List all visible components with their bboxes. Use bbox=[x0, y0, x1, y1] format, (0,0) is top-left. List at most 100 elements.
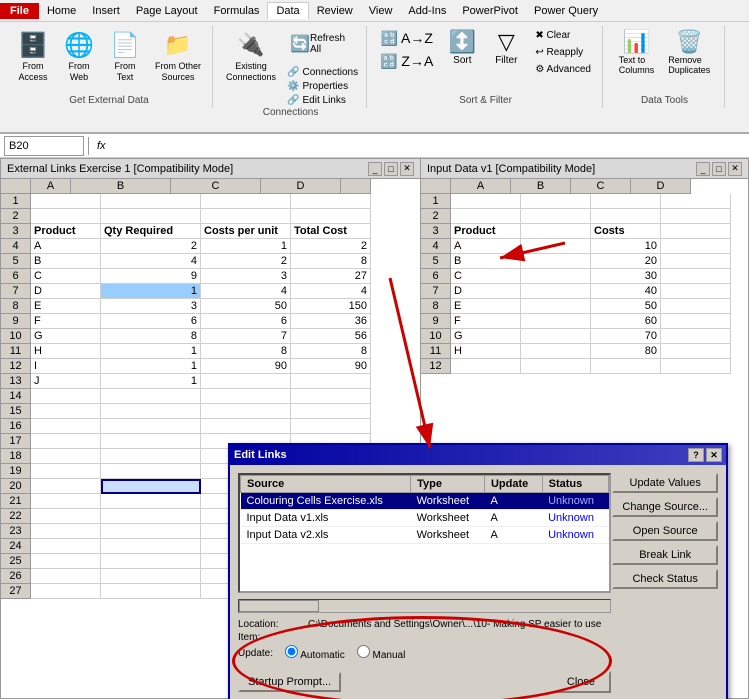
remove-dup-label: RemoveDuplicates bbox=[668, 55, 710, 75]
table-row: 11H188 bbox=[1, 344, 420, 359]
ribbon-btn-from-access[interactable]: 🗄️ FromAccess bbox=[12, 26, 54, 86]
ribbon-group-connections: 🔌 ExistingConnections 🔄 RefreshAll 🔗 Con… bbox=[215, 26, 367, 108]
ribbon-btn-remove-dup[interactable]: 🗑️ RemoveDuplicates bbox=[663, 26, 715, 78]
menu-formulas[interactable]: Formulas bbox=[206, 3, 268, 19]
radio-automatic[interactable] bbox=[285, 645, 298, 658]
remove-dup-icon: 🗑️ bbox=[676, 29, 703, 55]
open-source-btn[interactable]: Open Source bbox=[612, 521, 718, 541]
conn-icon: 🔗 bbox=[287, 67, 299, 78]
fx-button[interactable]: fx bbox=[93, 140, 110, 152]
table-row[interactable]: Input Data v2.xls Worksheet A Unknown bbox=[241, 527, 609, 544]
break-link-btn[interactable]: Break Link bbox=[612, 545, 718, 565]
col-status: Status bbox=[542, 476, 608, 493]
formula-input[interactable] bbox=[114, 140, 745, 152]
right-sheet-title-bar: Input Data v1 [Compatibility Mode] _ □ ✕ bbox=[421, 159, 748, 179]
source-cell: Input Data v2.xls bbox=[241, 527, 411, 544]
change-source-btn[interactable]: Change Source... bbox=[612, 497, 718, 517]
conn-connections[interactable]: 🔗 Connections bbox=[285, 66, 360, 79]
location-label: Location: bbox=[238, 619, 308, 630]
menu-home[interactable]: Home bbox=[39, 3, 84, 19]
r-col-b[interactable]: B bbox=[511, 179, 571, 194]
clear-btn[interactable]: ✖ Clear bbox=[530, 28, 596, 43]
get-external-title: Get External Data bbox=[69, 95, 148, 108]
connections-title: Connections bbox=[263, 107, 319, 120]
sort-asc-btn[interactable]: 🔡 A→Z bbox=[375, 28, 437, 49]
left-sheet-minimize[interactable]: _ bbox=[368, 162, 382, 176]
ribbon-btn-sort[interactable]: ↕️ Sort bbox=[442, 26, 482, 69]
type-cell: Worksheet bbox=[411, 527, 485, 544]
menu-insert[interactable]: Insert bbox=[84, 3, 128, 19]
ribbon-btn-existing-conn[interactable]: 🔌 ExistingConnections bbox=[221, 26, 281, 86]
sort-desc-btn[interactable]: 🔡 Z→A bbox=[375, 51, 438, 72]
left-sheet-restore[interactable]: □ bbox=[384, 162, 398, 176]
left-sheet-title-bar: External Links Exercise 1 [Compatibility… bbox=[1, 159, 420, 179]
table-row: 13J1 bbox=[1, 374, 420, 389]
text-to-col-label: Text toColumns bbox=[619, 55, 655, 75]
menu-view[interactable]: View bbox=[361, 3, 401, 19]
table-row: 2 bbox=[1, 209, 420, 224]
table-row: 6C30 bbox=[421, 269, 748, 284]
table-row: 7D40 bbox=[421, 284, 748, 299]
corner-header bbox=[1, 179, 31, 194]
right-sheet-close[interactable]: ✕ bbox=[728, 162, 742, 176]
col-header-d[interactable]: D bbox=[261, 179, 341, 194]
menu-review[interactable]: Review bbox=[309, 3, 361, 19]
from-web-label: FromWeb bbox=[69, 61, 90, 83]
menu-powerquery[interactable]: Power Query bbox=[526, 3, 606, 19]
existing-conn-label: ExistingConnections bbox=[226, 61, 276, 83]
table-row: 10G70 bbox=[421, 329, 748, 344]
menu-data[interactable]: Data bbox=[267, 2, 308, 19]
radio-manual[interactable] bbox=[357, 645, 370, 658]
dialog-links-table-container: Source Type Update Status Colouring Cell… bbox=[238, 473, 611, 593]
table-row[interactable]: Input Data v1.xls Worksheet A Unknown bbox=[241, 510, 609, 527]
ribbon-btn-text-to-col[interactable]: 📊 Text toColumns bbox=[614, 26, 660, 78]
col-source: Source bbox=[241, 476, 411, 493]
col-header-c[interactable]: C bbox=[171, 179, 261, 194]
formula-divider bbox=[88, 137, 89, 155]
conn-properties[interactable]: ⚙️ Properties bbox=[285, 80, 360, 93]
right-sheet-minimize[interactable]: _ bbox=[696, 162, 710, 176]
ribbon-btn-filter[interactable]: ▽ Filter bbox=[486, 26, 526, 69]
ribbon-btn-from-other[interactable]: 📁 From OtherSources bbox=[150, 26, 206, 86]
ribbon-btn-from-web[interactable]: 🌐 FromWeb bbox=[58, 26, 100, 86]
table-row: 5B20 bbox=[421, 254, 748, 269]
col-header-e[interactable] bbox=[341, 179, 371, 194]
ribbon-group-get-external: 🗄️ FromAccess 🌐 FromWeb 📄 FromText 📁 Fro… bbox=[6, 26, 213, 108]
table-row: 11H80 bbox=[421, 344, 748, 359]
menu-page-layout[interactable]: Page Layout bbox=[128, 3, 206, 19]
dialog-close-btn-title[interactable]: ✕ bbox=[706, 448, 722, 462]
table-row[interactable]: Colouring Cells Exercise.xls Worksheet A… bbox=[241, 493, 609, 510]
menu-addins[interactable]: Add-Ins bbox=[400, 3, 454, 19]
update-values-btn[interactable]: Update Values bbox=[612, 473, 718, 493]
type-cell: Worksheet bbox=[411, 493, 485, 510]
col-header-a[interactable]: A bbox=[31, 179, 71, 194]
r-col-d[interactable]: D bbox=[631, 179, 691, 194]
r-col-a[interactable]: A bbox=[451, 179, 511, 194]
conn-edit-links[interactable]: 🔗 Edit Links bbox=[285, 94, 360, 107]
right-sheet-restore[interactable]: □ bbox=[712, 162, 726, 176]
menu-powerpivot[interactable]: PowerPivot bbox=[454, 3, 526, 19]
reapply-btn[interactable]: ↩ Reapply bbox=[530, 45, 596, 60]
table-row: 3ProductQty RequiredCosts per unitTotal … bbox=[1, 224, 420, 239]
left-sheet-close[interactable]: ✕ bbox=[400, 162, 414, 176]
ribbon-btn-refresh[interactable]: 🔄 RefreshAll bbox=[285, 30, 360, 58]
ribbon-group-sort-filter: 🔡 A→Z 🔡 Z→A ↕️ Sort ▽ Filter ✖ Clear ↩ R… bbox=[369, 26, 603, 108]
close-btn[interactable]: Close bbox=[551, 671, 611, 693]
r-col-c[interactable]: C bbox=[571, 179, 631, 194]
table-row: 16 bbox=[1, 419, 420, 434]
ribbon-btn-from-text[interactable]: 📄 FromText bbox=[104, 26, 146, 86]
table-row: 15 bbox=[1, 404, 420, 419]
startup-prompt-btn[interactable]: Startup Prompt... bbox=[238, 672, 341, 692]
existing-conn-icon: 🔌 bbox=[235, 29, 267, 61]
from-text-label: FromText bbox=[115, 61, 136, 83]
advanced-btn[interactable]: ⚙ Advanced bbox=[530, 62, 596, 77]
radio-manual-label: Manual bbox=[357, 645, 406, 661]
table-row: 3ProductCosts bbox=[421, 224, 748, 239]
name-box[interactable] bbox=[4, 136, 84, 156]
status-cell: Unknown bbox=[542, 527, 608, 544]
sort-filter-title: Sort & Filter bbox=[459, 95, 512, 108]
menu-file[interactable]: File bbox=[0, 3, 39, 19]
dialog-help-btn[interactable]: ? bbox=[688, 448, 704, 462]
check-status-btn[interactable]: Check Status bbox=[612, 569, 718, 589]
col-header-b[interactable]: B bbox=[71, 179, 171, 194]
